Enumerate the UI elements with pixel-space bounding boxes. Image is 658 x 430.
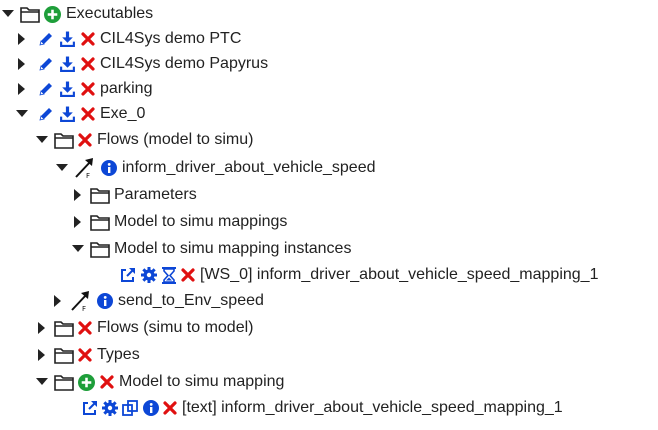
tree-node-flow: F inform_driver_about_vehicle_speed xyxy=(56,156,376,180)
caret-down-icon[interactable] xyxy=(36,370,48,394)
pencil-icon[interactable] xyxy=(38,56,54,72)
caret-down-icon[interactable] xyxy=(36,128,48,152)
svg-text:F: F xyxy=(82,305,86,312)
folder-icon xyxy=(90,241,110,258)
tree-label[interactable]: parking xyxy=(100,80,152,98)
delete-icon[interactable] xyxy=(78,133,92,147)
tree-label[interactable]: [text] inform_driver_about_vehicle_speed… xyxy=(182,399,563,417)
caret-right-icon[interactable] xyxy=(52,289,64,313)
tree-node-mappings: Model to simu mappings xyxy=(72,210,287,234)
download-icon[interactable] xyxy=(59,81,76,98)
tree-node-flow: F send_to_Env_speed xyxy=(52,289,264,313)
tree-node-flows: Flows (simu to model) xyxy=(36,316,253,340)
tree-label[interactable]: [WS_0] inform_driver_about_vehicle_speed… xyxy=(200,266,598,284)
folder-icon xyxy=(54,132,74,149)
tree-label[interactable]: send_to_Env_speed xyxy=(118,292,264,310)
tree-node-exe: CIL4Sys demo PTC xyxy=(16,27,241,51)
delete-icon[interactable] xyxy=(78,321,92,335)
caret-right-icon[interactable] xyxy=(16,27,28,51)
info-icon[interactable] xyxy=(97,293,113,309)
download-icon[interactable] xyxy=(59,56,76,73)
tree-node-executables: Executables xyxy=(2,2,153,26)
tree-label[interactable]: Flows (simu to model) xyxy=(97,319,253,337)
pencil-icon[interactable] xyxy=(38,81,54,97)
folder-icon xyxy=(90,187,110,204)
folder-icon xyxy=(20,6,40,23)
tree-node-exe: Exe_0 xyxy=(16,102,145,126)
delete-icon[interactable] xyxy=(181,268,195,282)
tree-label[interactable]: Flows (model to simu) xyxy=(97,131,253,149)
tree-label[interactable]: Model to simu mapping xyxy=(119,373,284,391)
caret-right-icon[interactable] xyxy=(36,316,48,340)
tree-label[interactable]: Model to simu mapping instances xyxy=(114,240,351,258)
tree-label[interactable]: Types xyxy=(97,346,140,364)
pencil-icon[interactable] xyxy=(38,31,54,47)
gear-icon[interactable] xyxy=(102,400,118,416)
tree-node-exe: CIL4Sys demo Papyrus xyxy=(16,52,268,76)
caret-down-icon[interactable] xyxy=(2,2,14,26)
tree-label[interactable]: Executables xyxy=(66,5,153,23)
tree-label[interactable]: CIL4Sys demo Papyrus xyxy=(100,55,268,73)
caret-down-icon[interactable] xyxy=(72,237,84,261)
hourglass-icon[interactable] xyxy=(162,266,176,284)
tree-label[interactable]: Parameters xyxy=(114,186,197,204)
delete-icon[interactable] xyxy=(81,57,95,71)
caret-right-icon[interactable] xyxy=(16,52,28,76)
tree-node-flows: Flows (model to simu) xyxy=(36,128,253,152)
folder-icon xyxy=(90,214,110,231)
download-icon[interactable] xyxy=(59,31,76,48)
add-circle-icon[interactable] xyxy=(78,373,95,391)
folder-icon xyxy=(54,347,74,364)
tree-label[interactable]: CIL4Sys demo PTC xyxy=(100,30,241,48)
info-icon[interactable] xyxy=(143,400,159,416)
tree-node-parameters: Parameters xyxy=(72,183,197,207)
external-link-icon[interactable] xyxy=(82,400,98,416)
tree-node-mapping-instances: Model to simu mapping instances xyxy=(72,237,351,261)
tree-node-exe: parking xyxy=(16,77,152,101)
tree-label[interactable]: inform_driver_about_vehicle_speed xyxy=(122,159,376,177)
delete-icon[interactable] xyxy=(81,82,95,96)
copy-icon[interactable] xyxy=(122,400,139,416)
folder-icon xyxy=(54,374,74,391)
external-link-icon[interactable] xyxy=(120,267,136,283)
caret-right-icon[interactable] xyxy=(36,343,48,367)
caret-right-icon[interactable] xyxy=(16,77,28,101)
caret-right-icon[interactable] xyxy=(72,210,84,234)
delete-icon[interactable] xyxy=(163,401,177,415)
caret-down-icon[interactable] xyxy=(56,156,68,180)
flow-arrow-icon: F xyxy=(70,290,92,312)
tree-node-mapping-instance: [WS_0] inform_driver_about_vehicle_speed… xyxy=(120,263,598,287)
tree-node-types: Types xyxy=(36,343,140,367)
tree-label[interactable]: Model to simu mappings xyxy=(114,213,287,231)
delete-icon[interactable] xyxy=(81,107,95,121)
add-circle-icon[interactable] xyxy=(44,5,61,23)
tree-node-m2s-mapping: Model to simu mapping xyxy=(36,370,284,394)
tree-node-text-mapping: [text] inform_driver_about_vehicle_speed… xyxy=(82,396,563,420)
caret-right-icon[interactable] xyxy=(72,183,84,207)
svg-text:F: F xyxy=(86,172,90,179)
flow-arrow-icon: F xyxy=(74,157,96,179)
pencil-icon[interactable] xyxy=(38,106,54,122)
delete-icon[interactable] xyxy=(100,375,114,389)
tree-label[interactable]: Exe_0 xyxy=(100,105,145,123)
delete-icon[interactable] xyxy=(81,32,95,46)
download-icon[interactable] xyxy=(59,106,76,123)
info-icon[interactable] xyxy=(101,160,117,176)
delete-icon[interactable] xyxy=(78,348,92,362)
caret-down-icon[interactable] xyxy=(16,102,28,126)
gear-icon[interactable] xyxy=(141,267,157,283)
folder-icon xyxy=(54,320,74,337)
